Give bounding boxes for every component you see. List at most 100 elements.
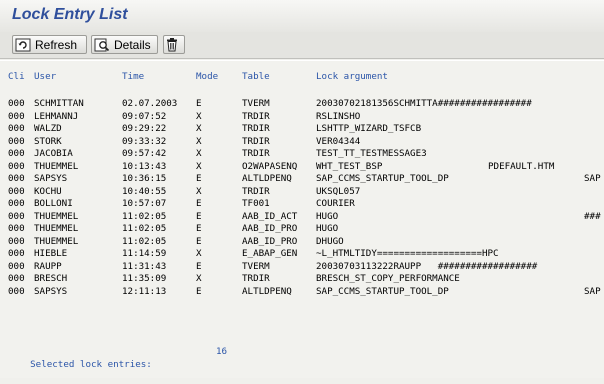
time-cell: 11:14:59	[122, 248, 167, 259]
table-row[interactable]: 000 SAPSYS 12:11:13 E ALTLDPENQ SAP_CCMS_STAR…	[0, 286, 604, 299]
table-cell: TRDIR	[242, 135, 270, 147]
time-cell: 10:57:07	[122, 198, 167, 209]
mode-cell: X	[196, 148, 202, 159]
lock-argument-overflow-cell: SAP	[584, 285, 601, 297]
lock-entry-list: 000 SCHMITTAN 02.07.2003 E TVERM 200307021813…	[0, 98, 604, 298]
summary-count: 16	[216, 346, 228, 357]
mode-cell: X	[196, 135, 202, 147]
time-cell: 11:02:05	[122, 235, 167, 247]
mode-cell: X	[196, 160, 202, 172]
lock-argument-overflow-cell: SAP	[584, 173, 601, 184]
refresh-label: Refresh	[35, 37, 78, 52]
table-row[interactable]: 000 THUEMMEL 11:02:05 E AAB_ID_PRO DHUGO	[0, 236, 604, 249]
lock-argument-cell: SAP_CCMS_STARTUP_TOOL_DP	[316, 285, 449, 297]
table-row[interactable]: 000 THUEMMEL 11:02:05 E AAB_ID_ACT HUGO ###	[0, 211, 604, 224]
table-cell: TRDIR	[242, 148, 270, 159]
table-row[interactable]: 000 RAUPP 11:31:43 E TVERM 20030703113222RAUP…	[0, 261, 604, 274]
table-cell: AAB_ID_PRO	[242, 235, 298, 247]
user-cell: THUEMMEL	[34, 210, 79, 222]
table-row[interactable]: 000 THUEMMEL 10:13:43 X O2WAPASENQ WHT_TEST_B…	[0, 161, 604, 174]
table-row[interactable]: 000 BOLLONI 10:57:07 E TF001 COURIER	[0, 198, 604, 211]
table-row[interactable]: 000 SAPSYS 10:36:15 E ALTLDPENQ SAP_CCMS_STAR…	[0, 173, 604, 186]
user-cell: THUEMMEL	[34, 223, 79, 234]
table-cell: TRDIR	[242, 110, 270, 122]
user-cell: THUEMMEL	[34, 235, 79, 247]
time-cell: 09:57:42	[122, 148, 167, 159]
mode-cell: E	[196, 210, 202, 222]
details-button[interactable]: Details	[91, 35, 158, 54]
table-cell: AAB_ID_PRO	[242, 223, 298, 234]
time-cell: 12:11:13	[122, 285, 167, 297]
column-header-time: Time	[122, 71, 145, 82]
client-cell: 000	[8, 123, 25, 134]
table-row[interactable]: 000 WALZD 09:29:22 X TRDIR LSHTTP_WIZARD_TSFC…	[0, 123, 604, 136]
mode-cell: E	[196, 285, 202, 297]
mode-cell: E	[196, 223, 202, 234]
user-cell: BOLLONI	[34, 198, 73, 209]
refresh-button[interactable]: Refresh	[12, 35, 87, 54]
table-row[interactable]: 000 JACOBIA 09:57:42 X TRDIR TEST_TT_TESTMESS…	[0, 148, 604, 161]
user-cell: THUEMMEL	[34, 160, 79, 172]
table-header: Cli User Time Mode Table Lock argument	[0, 71, 388, 85]
table-row[interactable]: 000 THUEMMEL 11:02:05 E AAB_ID_PRO HUGO	[0, 223, 604, 236]
client-cell: 000	[8, 185, 25, 197]
mode-cell: X	[196, 123, 202, 134]
lock-argument-cell: RSLINSHO	[316, 110, 361, 122]
mode-cell: E	[196, 98, 202, 109]
lock-argument-cell: 20030703113222RAUPP ##################	[316, 260, 538, 272]
user-cell: STORK	[34, 135, 62, 147]
table-cell: TRDIR	[242, 123, 270, 134]
time-cell: 11:31:43	[122, 260, 167, 272]
table-row[interactable]: 000 STORK 09:33:32 X TRDIR VER04344	[0, 136, 604, 149]
user-cell: JACOBIA	[34, 148, 73, 159]
table-row[interactable]: 000 HIEBLE 11:14:59 X E_ABAP_GEN ~L_HTMLTIDY=…	[0, 248, 604, 261]
column-header-lock-argument: Lock argument	[316, 71, 388, 82]
user-cell: WALZD	[34, 123, 62, 134]
lock-argument-cell: VER04344	[316, 135, 361, 147]
time-cell: 02.07.2003	[122, 98, 178, 109]
table-cell: O2WAPASENQ	[242, 160, 298, 172]
toolbar: Refresh Details	[0, 32, 604, 59]
client-cell: 000	[8, 248, 25, 259]
lock-argument-cell: BRESCH_ST_COPY_PERFORMANCE	[316, 273, 460, 284]
table-cell: TRDIR	[242, 273, 270, 284]
lock-argument-overflow-cell: PDEFAULT.HTM	[488, 160, 555, 172]
delete-button[interactable]	[163, 35, 185, 54]
time-cell: 11:35:09	[122, 273, 167, 284]
table-cell: ALTLDPENQ	[242, 285, 292, 297]
client-cell: 000	[8, 160, 25, 172]
lock-argument-cell: WHT_TEST_BSP	[316, 160, 383, 172]
column-header-mode: Mode	[196, 71, 219, 82]
user-cell: RAUPP	[34, 260, 62, 272]
lock-argument-cell: DHUGO	[316, 235, 344, 247]
time-cell: 09:07:52	[122, 110, 167, 122]
mode-cell: E	[196, 198, 202, 209]
table-cell: TF001	[242, 198, 270, 209]
table-row[interactable]: 000 BRESCH 11:35:09 X TRDIR BRESCH_ST_COPY_PE…	[0, 273, 604, 286]
mode-cell: E	[196, 173, 202, 184]
client-cell: 000	[8, 223, 25, 234]
table-row[interactable]: 000 KOCHU 10:40:55 X TRDIR UKSQL057	[0, 186, 604, 199]
time-cell: 09:29:22	[122, 123, 167, 134]
table-row[interactable]: 000 SCHMITTAN 02.07.2003 E TVERM 200307021813…	[0, 98, 604, 111]
column-header-client: Cli	[8, 71, 25, 82]
lock-argument-cell: ~L_HTMLTIDY===================HPC	[316, 248, 499, 259]
client-cell: 000	[8, 173, 25, 184]
table-cell: TVERM	[242, 98, 270, 109]
trash-icon	[167, 37, 177, 51]
lock-argument-cell: COURIER	[316, 198, 355, 209]
user-cell: SCHMITTAN	[34, 98, 84, 109]
mode-cell: E	[196, 260, 202, 272]
table-cell: AAB_ID_ACT	[242, 210, 298, 222]
client-cell: 000	[8, 110, 25, 122]
user-cell: HIEBLE	[34, 248, 68, 259]
time-cell: 11:02:05	[122, 210, 167, 222]
time-cell: 10:13:43	[122, 160, 167, 172]
user-cell: LEHMANNJ	[34, 110, 79, 122]
time-cell: 10:40:55	[122, 185, 167, 197]
mode-cell: X	[196, 185, 202, 197]
mode-cell: X	[196, 110, 202, 122]
table-row[interactable]: 000 LEHMANNJ 09:07:52 X TRDIR RSLINSHO	[0, 111, 604, 124]
title-bar: Lock Entry List	[0, 0, 604, 33]
time-cell: 10:36:15	[122, 173, 167, 184]
